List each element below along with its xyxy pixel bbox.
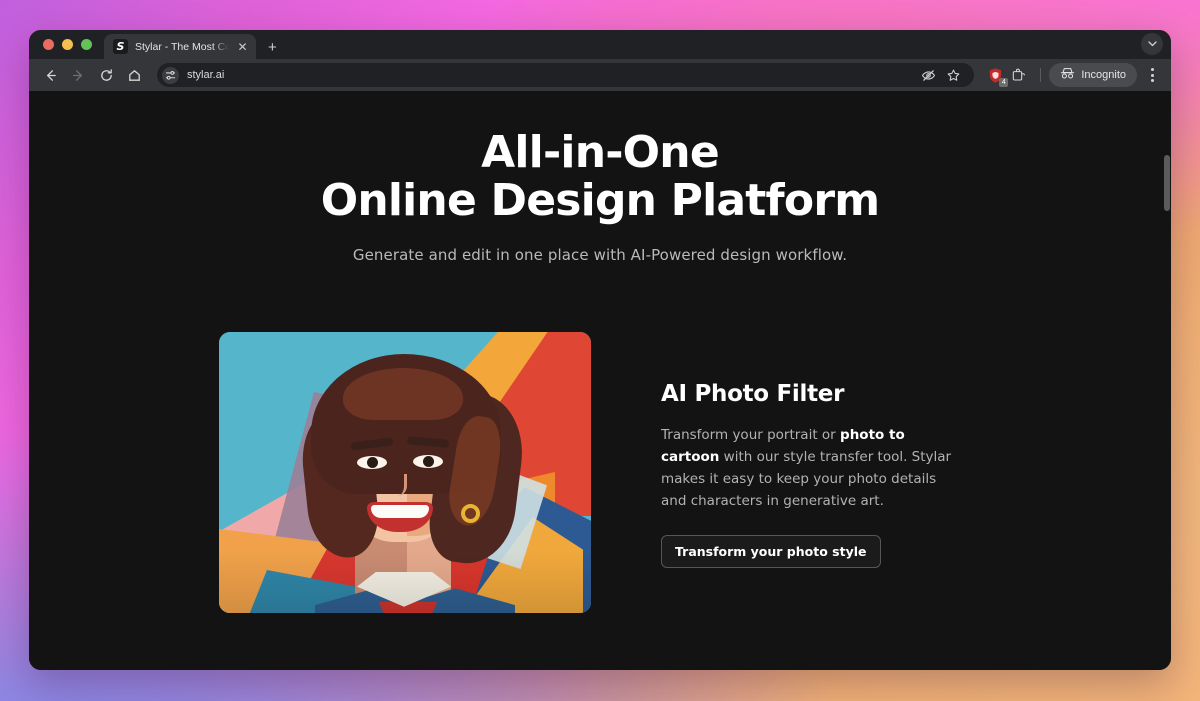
- extension-badge-count: 4: [999, 78, 1008, 87]
- page-title: All-in-One Online Design Platform: [29, 129, 1171, 224]
- transform-photo-style-button[interactable]: Transform your photo style: [661, 535, 881, 568]
- page-scrollbar[interactable]: [1163, 91, 1171, 670]
- incognito-label: Incognito: [1081, 69, 1126, 81]
- zoom-window-button[interactable]: [81, 39, 92, 50]
- kebab-menu-icon[interactable]: [1141, 62, 1163, 88]
- new-tab-button[interactable]: +: [268, 40, 277, 55]
- portrait-pupil-left: [367, 457, 378, 468]
- portrait-figure: [295, 354, 525, 613]
- feature-section: AI Photo Filter Transform your portrait …: [29, 332, 1171, 613]
- browser-toolbar: stylar.ai 4: [29, 59, 1171, 91]
- hero-line-1: All-in-One: [481, 127, 719, 178]
- window-controls: [41, 30, 98, 59]
- hero-subtitle: Generate and edit in one place with AI-P…: [29, 246, 1171, 264]
- portrait-earring: [461, 504, 480, 523]
- incognito-indicator[interactable]: Incognito: [1049, 63, 1137, 87]
- portrait-teeth: [371, 505, 429, 518]
- scrollbar-thumb[interactable]: [1164, 155, 1170, 211]
- page-viewport: All-in-One Online Design Platform Genera…: [29, 91, 1171, 670]
- close-window-button[interactable]: [43, 39, 54, 50]
- reload-icon[interactable]: [93, 62, 119, 88]
- feature-copy: AI Photo Filter Transform your portrait …: [661, 377, 961, 567]
- close-tab-icon[interactable]: ✕: [236, 41, 249, 53]
- home-icon[interactable]: [121, 62, 147, 88]
- tab-search-chevron-down-icon[interactable]: [1141, 33, 1163, 55]
- eye-slash-icon[interactable]: [921, 68, 936, 83]
- shield-extension-icon[interactable]: 4: [986, 66, 1004, 84]
- feature-illustration: [219, 332, 591, 613]
- hero-line-2: Online Design Platform: [29, 177, 1171, 225]
- incognito-hat-icon: [1060, 67, 1075, 83]
- extensions-icon[interactable]: [1006, 62, 1032, 88]
- portrait-hair-highlight-top: [343, 368, 463, 420]
- feature-description: Transform your portrait or photo to cart…: [661, 425, 961, 512]
- stylar-favicon: S: [113, 39, 128, 54]
- minimize-window-button[interactable]: [62, 39, 73, 50]
- feature-heading: AI Photo Filter: [661, 381, 961, 407]
- stylar-landing-page: All-in-One Online Design Platform Genera…: [29, 91, 1171, 670]
- forward-arrow-icon[interactable]: [65, 62, 91, 88]
- portrait-pupil-right: [423, 456, 434, 467]
- toolbar-divider: [1040, 68, 1041, 82]
- tab-strip: S Stylar - The Most Controllable ✕ +: [29, 30, 1171, 59]
- browser-tab[interactable]: S Stylar - The Most Controllable ✕: [104, 34, 256, 59]
- description-part-1: Transform your portrait or: [661, 427, 840, 443]
- url-text: stylar.ai: [187, 69, 224, 81]
- back-arrow-icon[interactable]: [37, 62, 63, 88]
- address-bar[interactable]: stylar.ai: [157, 63, 974, 87]
- browser-window: S Stylar - The Most Controllable ✕ +: [29, 30, 1171, 670]
- star-icon[interactable]: [946, 68, 961, 83]
- tab-title: Stylar - The Most Controllable: [135, 41, 229, 53]
- tune-sliders-icon[interactable]: [162, 67, 179, 84]
